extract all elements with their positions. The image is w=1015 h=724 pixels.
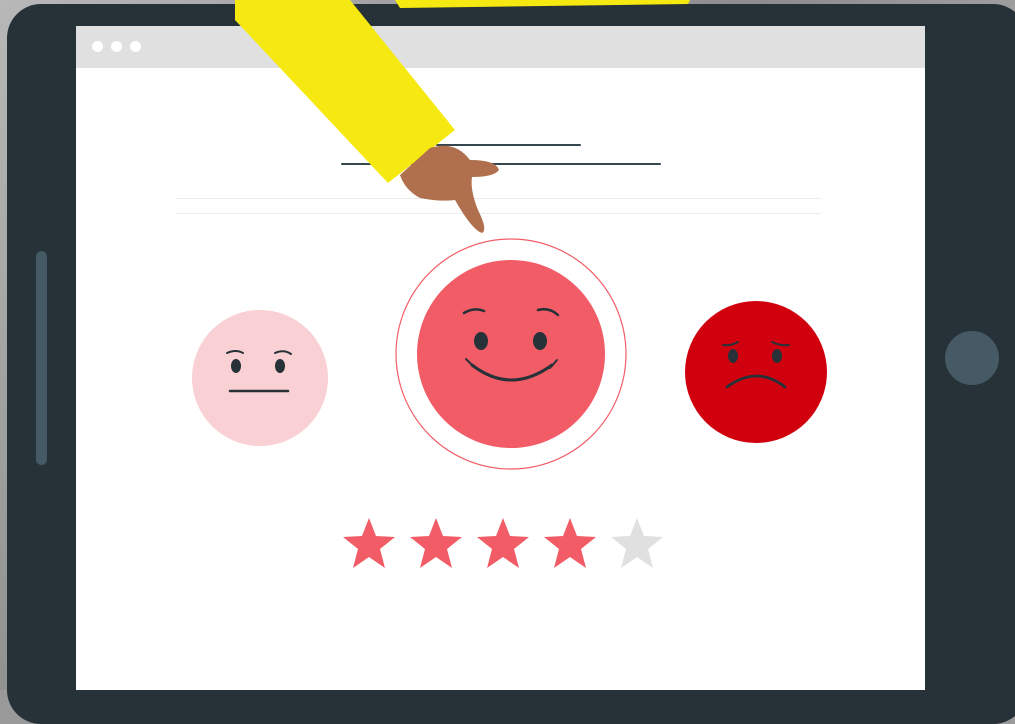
face-circle	[192, 310, 328, 446]
star-icon[interactable]	[542, 516, 598, 572]
placeholder-line	[176, 198, 821, 199]
happy-face-icon[interactable]	[394, 237, 629, 472]
star-rating	[341, 516, 671, 576]
tablet-side-slot	[36, 251, 47, 465]
neutral-face-icon[interactable]	[191, 309, 329, 447]
browser-titlebar	[76, 26, 925, 68]
star-icon[interactable]	[408, 516, 464, 572]
tablet-home-button[interactable]	[945, 331, 999, 385]
placeholder-line	[176, 213, 821, 214]
star-icon[interactable]	[475, 516, 531, 572]
face-circle	[417, 260, 605, 448]
sad-face-icon[interactable]	[685, 301, 828, 444]
motion-line	[436, 144, 581, 146]
tablet-screen	[76, 26, 925, 690]
window-dot-icon[interactable]	[92, 41, 103, 52]
window-dot-icon[interactable]	[111, 41, 122, 52]
face-circle	[685, 301, 827, 443]
window-dot-icon[interactable]	[130, 41, 141, 52]
star-icon[interactable]	[341, 516, 397, 572]
star-icon[interactable]	[609, 516, 665, 572]
motion-line	[341, 163, 661, 165]
